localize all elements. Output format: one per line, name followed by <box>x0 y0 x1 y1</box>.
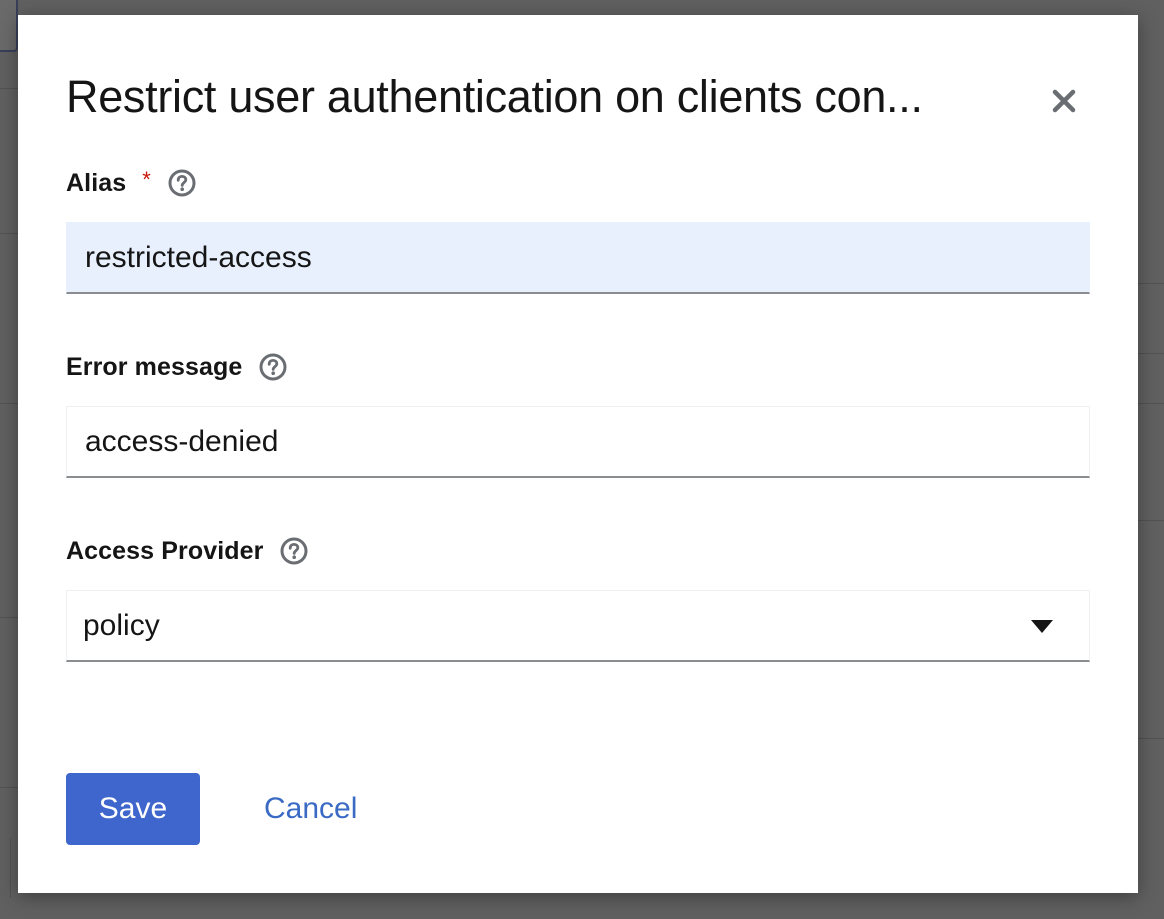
background-divider <box>0 617 18 618</box>
access-provider-help-button[interactable] <box>279 536 309 566</box>
access-provider-label-row: Access Provider <box>66 536 1090 566</box>
alias-input[interactable] <box>66 222 1090 294</box>
close-button[interactable] <box>1042 79 1086 123</box>
background-card <box>0 0 18 52</box>
error-message-input[interactable] <box>66 406 1090 478</box>
background-divider <box>1138 738 1164 739</box>
question-circle-icon <box>259 353 287 381</box>
question-circle-icon <box>168 169 196 197</box>
background-divider <box>1138 520 1164 521</box>
restrict-auth-modal: Restrict user authentication on clients … <box>18 15 1138 893</box>
error-message-label-row: Error message <box>66 352 1090 382</box>
background-divider <box>0 88 18 89</box>
cancel-button[interactable]: Cancel <box>246 773 375 845</box>
background-divider <box>1138 283 1164 284</box>
access-provider-label: Access Provider <box>66 536 264 565</box>
modal-header: Restrict user authentication on clients … <box>66 67 1086 127</box>
modal-title: Restrict user authentication on clients … <box>66 71 923 122</box>
background-divider <box>0 403 18 404</box>
required-indicator: * <box>142 167 151 192</box>
error-message-help-button[interactable] <box>258 352 288 382</box>
access-provider-selected-value: policy <box>83 608 160 642</box>
close-icon <box>1052 89 1076 113</box>
alias-label-row: Alias * <box>66 167 1090 198</box>
background-divider <box>10 838 11 898</box>
access-provider-field-group: Access Provider policy <box>66 536 1090 662</box>
background-divider <box>1138 403 1164 404</box>
question-circle-icon <box>280 537 308 565</box>
access-provider-select[interactable]: policy <box>66 590 1090 662</box>
alias-label: Alias <box>66 168 127 197</box>
background-divider <box>0 787 18 788</box>
error-message-field-group: Error message <box>66 352 1090 478</box>
alias-field-group: Alias * <box>66 167 1090 294</box>
caret-down-icon <box>1031 620 1053 633</box>
save-button[interactable]: Save <box>66 773 200 845</box>
error-message-label: Error message <box>66 352 243 381</box>
background-divider <box>1138 353 1164 354</box>
alias-help-button[interactable] <box>167 168 197 198</box>
background-divider <box>0 233 18 234</box>
